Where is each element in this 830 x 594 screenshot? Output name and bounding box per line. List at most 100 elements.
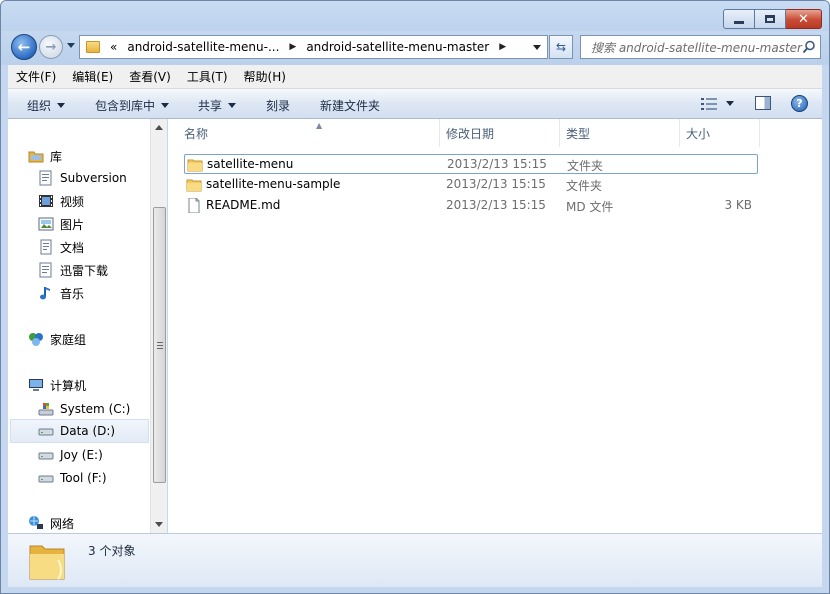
column-header-name[interactable]: 名称 ▲ (178, 119, 440, 147)
menu-help[interactable]: 帮助(H) (236, 68, 294, 85)
nav-computer-label: 计算机 (50, 378, 87, 393)
table-row[interactable]: satellite-menu 2013/2/13 15:15 文件夹 (184, 154, 758, 174)
file-list: 名称 ▲ 修改日期 类型 大小 satellite-menu 2013/2/13 … (168, 119, 822, 533)
nav-network-label: 网络 (50, 516, 75, 531)
help-icon[interactable]: ? (791, 95, 808, 112)
menu-file[interactable]: 文件(F) (8, 68, 64, 85)
file-date: 2013/2/13 15:15 (446, 177, 546, 191)
scrollbar-thumb[interactable] (153, 207, 166, 483)
preview-pane-icon[interactable] (755, 96, 771, 110)
search-icon[interactable] (802, 40, 816, 54)
scroll-down-arrow-icon[interactable] (155, 522, 163, 527)
nav-library[interactable]: 库 (28, 146, 62, 166)
folder-icon (86, 41, 100, 53)
breadcrumb-current[interactable]: android-satellite-menu-master (306, 40, 489, 54)
caret-down-icon (57, 103, 66, 108)
column-date-label: 修改日期 (446, 126, 495, 141)
view-dropdown[interactable] (726, 101, 734, 106)
share-label: 共享 (198, 99, 223, 113)
file-type: 文件夹 (566, 179, 603, 193)
grip-icon (157, 342, 163, 349)
breadcrumb-parent[interactable]: android-satellite-menu-... (127, 40, 279, 54)
title-bar[interactable]: ✕ (1, 1, 829, 31)
nav-pictures[interactable]: 图片 (38, 214, 84, 234)
column-header-type[interactable]: 类型 (560, 119, 680, 147)
chevron-right-icon[interactable]: ▶ (289, 42, 296, 52)
minimize-button[interactable] (723, 9, 755, 29)
video-icon (39, 195, 53, 207)
nav-drive-f-label: Tool (F:) (60, 471, 107, 485)
nav-pane-scrollbar[interactable] (150, 119, 167, 533)
include-in-library-button[interactable]: 包含到库中 (95, 97, 170, 114)
include-in-library-label: 包含到库中 (95, 99, 156, 113)
nav-thunder-downloads[interactable]: 迅雷下载 (38, 260, 108, 280)
nav-drive-d[interactable]: Data (D:) (10, 419, 149, 443)
recent-pages-dropdown[interactable] (67, 43, 75, 48)
maximize-button[interactable] (755, 9, 786, 29)
minimize-icon (734, 20, 744, 24)
close-button[interactable]: ✕ (786, 9, 822, 29)
drive-icon (38, 475, 54, 483)
picture-icon (38, 217, 54, 231)
menu-tools[interactable]: 工具(T) (179, 68, 236, 85)
refresh-button[interactable]: ⇆ (549, 35, 573, 59)
address-bar[interactable]: « android-satellite-menu-... ▶ android-s… (79, 35, 548, 59)
file-icon (188, 198, 200, 213)
table-row[interactable]: satellite-menu-sample 2013/2/13 15:15 文件… (184, 175, 758, 195)
nav-videos[interactable]: 视频 (38, 191, 84, 211)
nav-videos-label: 视频 (60, 194, 85, 209)
nav-subversion[interactable]: Subversion (38, 168, 127, 188)
column-name-label: 名称 (184, 126, 209, 141)
new-folder-button[interactable]: 新建文件夹 (320, 97, 380, 114)
nav-computer[interactable]: 计算机 (28, 375, 86, 395)
organize-button[interactable]: 组织 (27, 97, 66, 114)
drive-icon (38, 428, 54, 436)
nav-drive-c[interactable]: System (C:) (38, 399, 130, 419)
nav-drive-d-label: Data (D:) (60, 424, 116, 438)
scroll-up-arrow-icon[interactable] (155, 125, 163, 130)
drive-icon (38, 452, 54, 460)
nav-documents[interactable]: 文档 (38, 237, 84, 257)
menu-view[interactable]: 查看(V) (121, 68, 179, 85)
nav-music[interactable]: 音乐 (38, 283, 84, 303)
address-dropdown[interactable] (533, 45, 541, 50)
menu-edit[interactable]: 编辑(E) (64, 68, 121, 85)
breadcrumb-overflow[interactable]: « (110, 40, 117, 54)
search-input[interactable]: 搜索 android-satellite-menu-master (580, 35, 821, 59)
organize-label: 组织 (27, 99, 52, 113)
nav-network[interactable]: 网络 (28, 513, 74, 533)
back-arrow-icon: ← (17, 38, 31, 56)
column-header-date[interactable]: 修改日期 (440, 119, 560, 147)
nav-drive-e-label: Joy (E:) (60, 448, 103, 462)
search-placeholder: 搜索 android-satellite-menu-master (591, 40, 802, 55)
homegroup-icon (29, 333, 43, 346)
file-name: README.md (206, 198, 281, 212)
chevron-right-icon[interactable]: ▶ (499, 42, 506, 52)
share-button[interactable]: 共享 (198, 97, 237, 114)
nav-drive-f[interactable]: Tool (F:) (38, 468, 107, 488)
forward-button[interactable]: → (39, 35, 63, 59)
nav-drive-c-label: System (C:) (60, 402, 131, 416)
download-library-icon (39, 262, 52, 278)
nav-music-label: 音乐 (60, 286, 85, 301)
burn-button[interactable]: 刻录 (266, 97, 290, 114)
nav-thunder-downloads-label: 迅雷下载 (60, 263, 109, 278)
file-date: 2013/2/13 15:15 (447, 157, 547, 171)
view-options-icon[interactable] (701, 97, 717, 111)
nav-subversion-label: Subversion (60, 171, 127, 185)
column-header-size[interactable]: 大小 (680, 119, 760, 147)
forward-arrow-icon: → (45, 39, 57, 55)
nav-homegroup[interactable]: 家庭组 (28, 329, 86, 349)
refresh-icon: ⇆ (555, 40, 567, 54)
nav-drive-e[interactable]: Joy (E:) (38, 445, 103, 465)
back-button[interactable]: ← (11, 34, 37, 60)
file-name: satellite-menu (207, 157, 294, 171)
file-type: 文件夹 (567, 159, 604, 173)
nav-homegroup-label: 家庭组 (50, 332, 87, 347)
document-library-icon (39, 170, 52, 186)
file-type: MD 文件 (566, 200, 614, 214)
column-type-label: 类型 (566, 126, 591, 141)
table-row[interactable]: README.md 2013/2/13 15:15 MD 文件 3 KB (184, 196, 758, 216)
network-icon (29, 516, 43, 529)
nav-pictures-label: 图片 (60, 217, 85, 232)
